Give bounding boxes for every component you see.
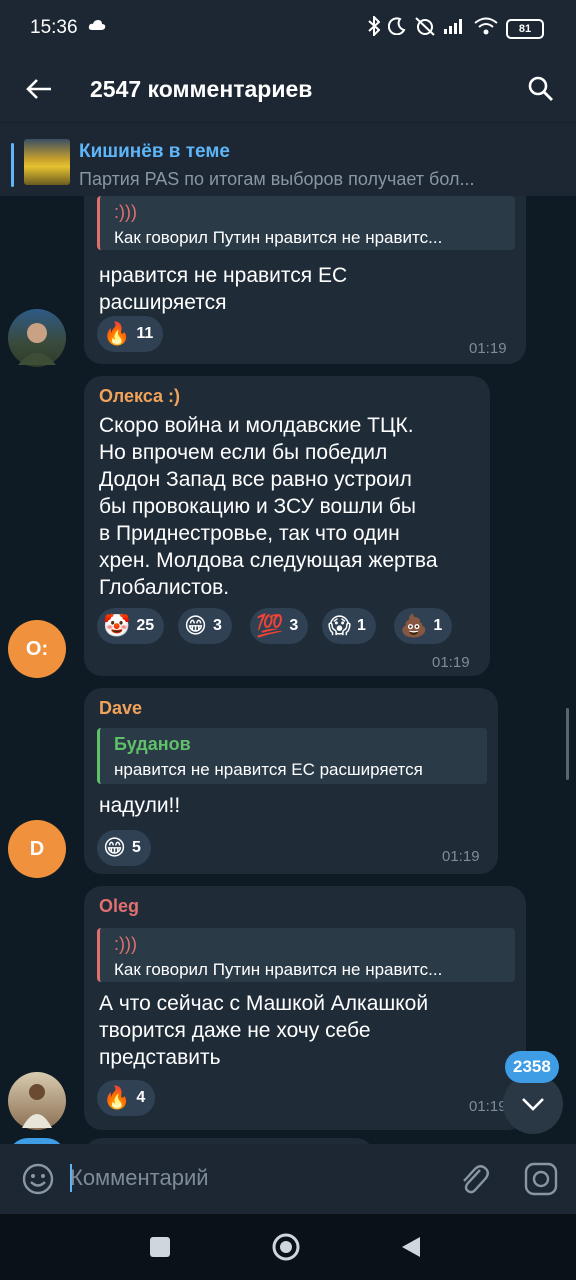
reaction-count: 1	[433, 617, 443, 634]
message-author[interactable]: Oleg	[99, 896, 139, 917]
signal-icon	[444, 18, 466, 39]
message-author[interactable]: Олекса :)	[99, 386, 180, 407]
camera-icon[interactable]	[524, 1162, 558, 1201]
app-bar: 2547 комментариев	[0, 58, 576, 122]
message-time: 01:19	[432, 654, 470, 671]
hundred-icon: 💯	[256, 613, 284, 638]
chevron-down-icon	[522, 1098, 544, 1111]
reaction-count: 4	[136, 1089, 146, 1106]
grin-icon: 😁	[184, 613, 207, 638]
message-bubble[interactable]: Олекса :) Скоро война и молдавские ТЦК. …	[84, 376, 490, 676]
message-author[interactable]: Dave	[99, 698, 142, 719]
comment-input[interactable]: Комментарий	[70, 1165, 209, 1191]
reaction-chip[interactable]: 🔥 11	[97, 316, 164, 352]
moon-icon	[387, 17, 406, 40]
pinned-message[interactable]: Кишинёв в теме Партия PAS по итогам выбо…	[0, 122, 576, 197]
emoji-icon[interactable]	[22, 1163, 54, 1200]
battery-indicator: 81	[506, 18, 544, 39]
reply-text: Как говорил Путин нравится не нравитс...	[114, 960, 443, 979]
message-time: 01:19	[442, 848, 480, 865]
scream-icon: 😱	[328, 613, 351, 638]
chat-area[interactable]: :))) Как говорил Путин нравится не нрави…	[0, 196, 576, 1144]
reaction-count: 25	[136, 617, 155, 634]
reaction-count: 11	[136, 325, 154, 342]
reply-author: :)))	[114, 202, 137, 222]
reaction-count: 1	[356, 617, 366, 634]
pinned-accent-bar	[11, 143, 14, 187]
page-title: 2547 комментариев	[90, 76, 313, 102]
back-arrow-icon[interactable]	[26, 78, 52, 105]
reaction-chip[interactable]: 😁 3	[178, 608, 232, 644]
avatar[interactable]: D	[8, 820, 66, 878]
reaction-count: 3	[289, 617, 299, 634]
reply-text: нравится не нравится ЕС расширяется	[114, 760, 423, 779]
message-bubble[interactable]: :))) Как говорил Путин нравится не нрави…	[84, 196, 526, 364]
message-time: 01:19	[469, 340, 507, 357]
reaction-chip[interactable]: 😱 1	[322, 608, 376, 644]
reply-quote[interactable]: :))) Как говорил Путин нравится не нрави…	[97, 928, 515, 982]
reaction-chip[interactable]: 💯 3	[250, 608, 309, 644]
wifi-icon	[474, 17, 498, 40]
clown-icon: 🤡	[103, 613, 131, 638]
bluetooth-icon	[368, 14, 381, 41]
system-nav-bar	[0, 1214, 576, 1280]
grin-icon: 😁	[103, 835, 126, 860]
reaction-count: 3	[212, 617, 222, 634]
status-time: 15:36	[30, 17, 78, 38]
reply-author: :)))	[114, 934, 137, 954]
reaction-chip[interactable]: 😁 5	[97, 830, 151, 866]
avatar[interactable]	[8, 309, 66, 367]
scrollbar[interactable]	[566, 708, 569, 780]
cloud-icon	[88, 18, 106, 36]
avatar[interactable]: О:	[8, 620, 66, 678]
pinned-text: Партия PAS по итогам выборов получает бо…	[79, 169, 475, 189]
message-text: нравится не нравится ЕС расширяется	[99, 264, 348, 314]
reply-author: Буданов	[114, 734, 191, 754]
message-text: Скоро война и молдавские ТЦК. Но впрочем…	[99, 414, 438, 599]
reaction-chip[interactable]: 🤡 25	[97, 608, 165, 644]
avatar[interactable]	[8, 1072, 66, 1130]
fire-icon: 🔥	[103, 1085, 131, 1110]
message-bubble[interactable]: Dave Буданов нравится не нравится ЕС рас…	[84, 688, 498, 874]
message-time: 01:19	[469, 1098, 507, 1115]
reaction-chip[interactable]: 🔥 4	[97, 1080, 156, 1116]
recent-apps-button[interactable]	[150, 1237, 170, 1262]
reply-quote[interactable]: Буданов нравится не нравится ЕС расширяе…	[97, 728, 487, 784]
reply-text: Как говорил Путин нравится не нравитс...	[114, 228, 443, 247]
fire-icon: 🔥	[103, 321, 131, 346]
reaction-count: 5	[131, 839, 141, 856]
unread-count-badge: 2358	[505, 1051, 559, 1083]
scroll-down-button[interactable]	[503, 1074, 563, 1134]
pinned-thumbnail	[24, 139, 70, 185]
comment-input-bar: Комментарий	[0, 1144, 576, 1214]
alarm-off-icon	[414, 16, 436, 41]
reply-quote[interactable]: :))) Как говорил Путин нравится не нрави…	[97, 196, 515, 250]
poop-icon: 💩	[400, 613, 428, 638]
attach-icon[interactable]	[458, 1162, 490, 1201]
pinned-title: Кишинёв в теме	[79, 141, 230, 162]
message-text: А что сейчас с Машкой Алкашкой творится …	[99, 992, 429, 1069]
back-button[interactable]	[400, 1236, 422, 1263]
search-icon[interactable]	[528, 76, 554, 107]
reaction-chip[interactable]: 💩 1	[394, 608, 453, 644]
home-button[interactable]	[272, 1233, 300, 1266]
message-text: надули!!	[99, 794, 181, 817]
status-bar: 15:36 81	[0, 0, 576, 58]
message-bubble[interactable]: Oleg :))) Как говорил Путин нравится не …	[84, 886, 526, 1130]
